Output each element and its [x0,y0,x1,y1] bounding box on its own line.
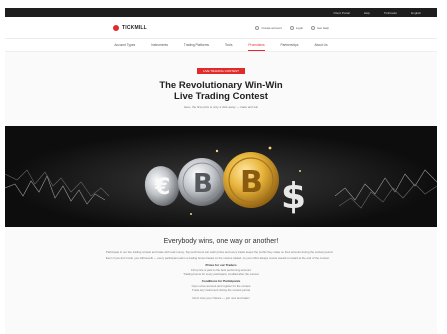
contest-badge: LIVE TRADING CONTEST [197,68,245,74]
intro-paragraph-1: Participate in our live trading contest … [106,250,334,254]
closing-text: Don't miss your chance — join now and tr… [192,296,250,301]
topbar-item-language[interactable]: English [411,11,421,15]
svg-text:B: B [240,165,263,200]
topbar-item-client-portal[interactable]: Client Portal [333,11,349,15]
hero-section: LIVE TRADING CONTEST The Revolutionary W… [5,52,437,109]
hero-title-line-1: The Revolutionary Win-Win [159,80,283,91]
get-help-link[interactable]: Get Help [311,25,329,30]
brand-name: TICKMILL [122,24,147,31]
main-nav: Account Types Instruments Trading Platfo… [5,39,437,52]
brand-mark-icon [113,24,119,31]
gold-bitcoin-coin: B [223,152,279,208]
screenshot-frame: Client Portal Help Ticktrader English TI… [0,0,447,334]
intro-paragraphs: Participate in our live trading contest … [106,250,336,260]
create-account-link[interactable]: Create account [255,25,282,30]
user-icon [255,25,260,30]
dollar-sign-icon: $ [281,176,306,217]
topbar-item-ticktrader[interactable]: Ticktrader [384,11,397,15]
hero-title: The Revolutionary Win-Win Live Trading C… [5,80,437,102]
conditions-subheading: Conditions for Participants [201,279,241,284]
banner-illustration: € B B $ [5,126,437,227]
nav-item-instruments[interactable]: Instruments [151,40,168,50]
login-link[interactable]: Login [289,25,303,30]
svg-text:B: B [193,169,213,199]
svg-text:€: € [154,175,170,200]
nav-item-about-us[interactable]: About Us [314,40,327,50]
condition-item-2: Trade any instrument during the contest … [192,288,250,293]
contest-details: Everybody wins, one way or another! Part… [5,232,437,303]
web-page: Client Portal Help Ticktrader English TI… [5,8,437,334]
prize-item-2: Trading bonus for every participant, cre… [183,272,259,277]
brand-logo[interactable]: TICKMILL [113,24,147,31]
site-header: TICKMILL Create account Login Get Help [5,17,437,39]
hero-title-line-2: Live Trading Contest [174,91,268,102]
prizes-subheading: Prizes for our Traders [205,263,237,268]
nav-item-promotions[interactable]: Promotions [248,40,265,51]
login-icon [289,25,294,30]
svg-text:$: $ [281,176,306,217]
hero-subtitle: Here, the first prize is only a click aw… [183,105,259,109]
silver-bitcoin-coin: B [178,158,226,206]
nav-item-partnerships[interactable]: Partnerships [281,40,299,50]
top-utility-bar: Client Portal Help Ticktrader English [5,8,437,17]
topbar-item-help[interactable]: Help [364,11,370,15]
nav-item-tools[interactable]: Tools [225,40,232,50]
nav-item-account-types[interactable]: Account Types [114,40,135,50]
section-heading: Everybody wins, one way or another! [163,238,279,245]
help-icon [311,25,316,30]
nav-item-trading-platforms[interactable]: Trading Platforms [184,40,209,50]
header-actions: Create account Login Get Help [255,25,329,30]
intro-paragraph-2: Even if you don't rank, you still benefi… [106,256,330,261]
crypto-banner: € B B $ [5,126,437,227]
